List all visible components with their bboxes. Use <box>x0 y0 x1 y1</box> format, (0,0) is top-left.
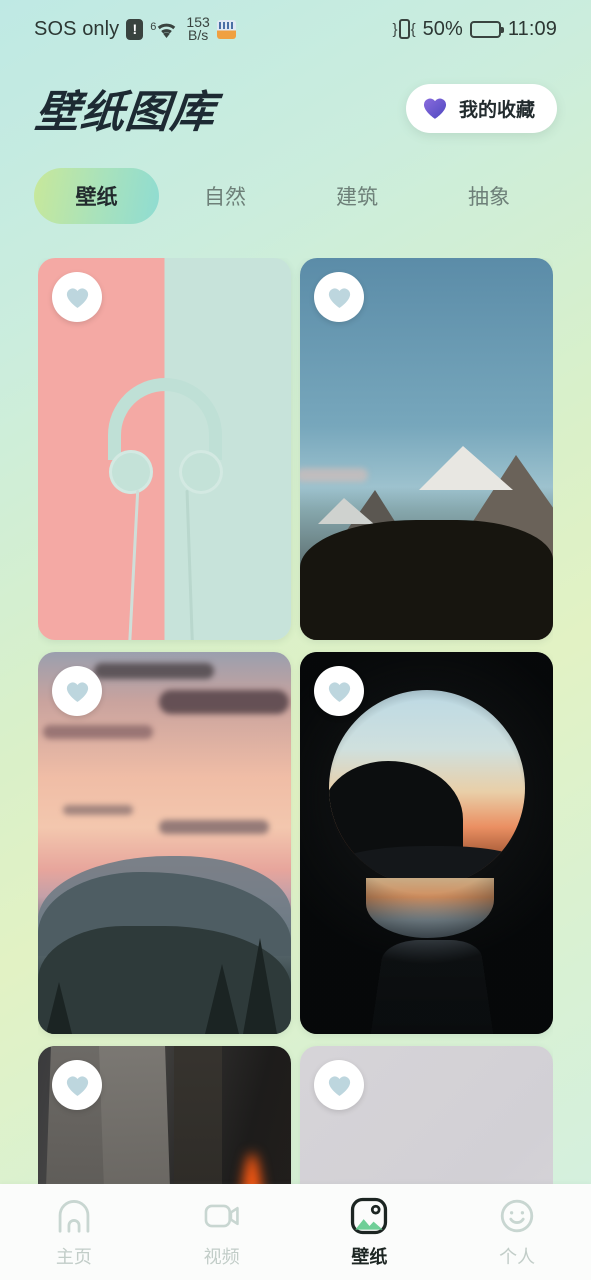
wallpaper-card-embers[interactable] <box>38 1046 291 1188</box>
favorite-button[interactable] <box>52 666 102 716</box>
wifi-icon: 6 <box>150 19 179 40</box>
nav-item-home[interactable]: 主页 <box>0 1196 148 1269</box>
favorite-button[interactable] <box>314 666 364 716</box>
vibrate-wave-left: } <box>392 20 398 38</box>
clock-label: 11:09 <box>507 17 557 40</box>
home-icon <box>53 1196 95 1236</box>
network-speed: 153 B/s <box>186 15 209 43</box>
heart-icon <box>328 681 350 702</box>
nav-item-wallpaper[interactable]: 壁纸 <box>296 1196 444 1269</box>
wifi-glyph <box>158 23 176 38</box>
network-speed-unit: B/s <box>187 27 209 43</box>
nav-item-video[interactable]: 视频 <box>148 1196 296 1269</box>
wallpaper-card-snow-mountain[interactable] <box>300 258 553 640</box>
status-bar-left: SOS only ! 6 153 B/s <box>34 15 236 43</box>
page-title: 壁纸图库 <box>32 87 219 138</box>
vibrate-body <box>398 19 410 39</box>
heart-icon <box>422 96 448 120</box>
image-picture-icon <box>348 1196 390 1236</box>
tab-architecture[interactable]: 建筑 <box>291 168 423 224</box>
status-bar-right: } { 50% 11:09 <box>393 18 557 41</box>
battery-icon <box>469 20 504 38</box>
alert-exclamation-icon: ! <box>126 18 144 40</box>
nav-label-wallpaper: 壁纸 <box>351 1246 388 1267</box>
heart-icon <box>66 1075 88 1096</box>
favorite-button[interactable] <box>52 272 102 322</box>
status-bar: SOS only ! 6 153 B/s } { 50% 11:09 <box>0 0 591 58</box>
my-favorites-button[interactable]: 我的收藏 <box>405 83 557 133</box>
page-header: 壁纸图库 我的收藏 <box>0 62 591 154</box>
wallpaper-card-loading[interactable] <box>300 1046 553 1188</box>
wallpaper-grid <box>38 258 553 1188</box>
wallpaper-card-sunset-ridge[interactable] <box>38 652 291 1034</box>
vibrate-wave-right: { <box>410 20 416 38</box>
favorite-button[interactable] <box>314 1060 364 1110</box>
heart-icon <box>328 287 350 308</box>
tab-nature[interactable]: 自然 <box>159 168 291 224</box>
bottom-navigation: 主页 视频 壁纸 个人 <box>0 1184 591 1280</box>
heart-icon <box>66 287 88 308</box>
battery-percent-label: 50% <box>422 17 463 40</box>
nav-label-video: 视频 <box>203 1246 240 1267</box>
favorite-button[interactable] <box>314 272 364 322</box>
wallpaper-card-tunnel-sunset[interactable] <box>300 652 553 1034</box>
nav-item-profile[interactable]: 个人 <box>443 1196 591 1269</box>
app-badge-icon <box>216 19 236 39</box>
tab-wallpaper[interactable]: 壁纸 <box>34 168 159 224</box>
tab-abstract[interactable]: 抽象 <box>423 168 555 224</box>
carrier-label: SOS only <box>34 17 120 40</box>
phone-screen: SOS only ! 6 153 B/s } { 50% 11:09 壁纸图库 … <box>0 0 591 1280</box>
category-tabs: 壁纸 自然 建筑 抽象 <box>0 168 591 224</box>
smiley-person-icon <box>496 1196 538 1236</box>
vibrate-icon: } { <box>393 19 416 39</box>
nav-label-profile: 个人 <box>499 1246 536 1267</box>
nav-label-home: 主页 <box>55 1246 92 1267</box>
favorite-button[interactable] <box>52 1060 102 1110</box>
heart-icon <box>328 1075 350 1096</box>
my-favorites-label: 我的收藏 <box>458 99 535 121</box>
wallpaper-card-headphones[interactable] <box>38 258 291 640</box>
video-camera-icon <box>201 1196 243 1236</box>
heart-icon <box>66 681 88 702</box>
